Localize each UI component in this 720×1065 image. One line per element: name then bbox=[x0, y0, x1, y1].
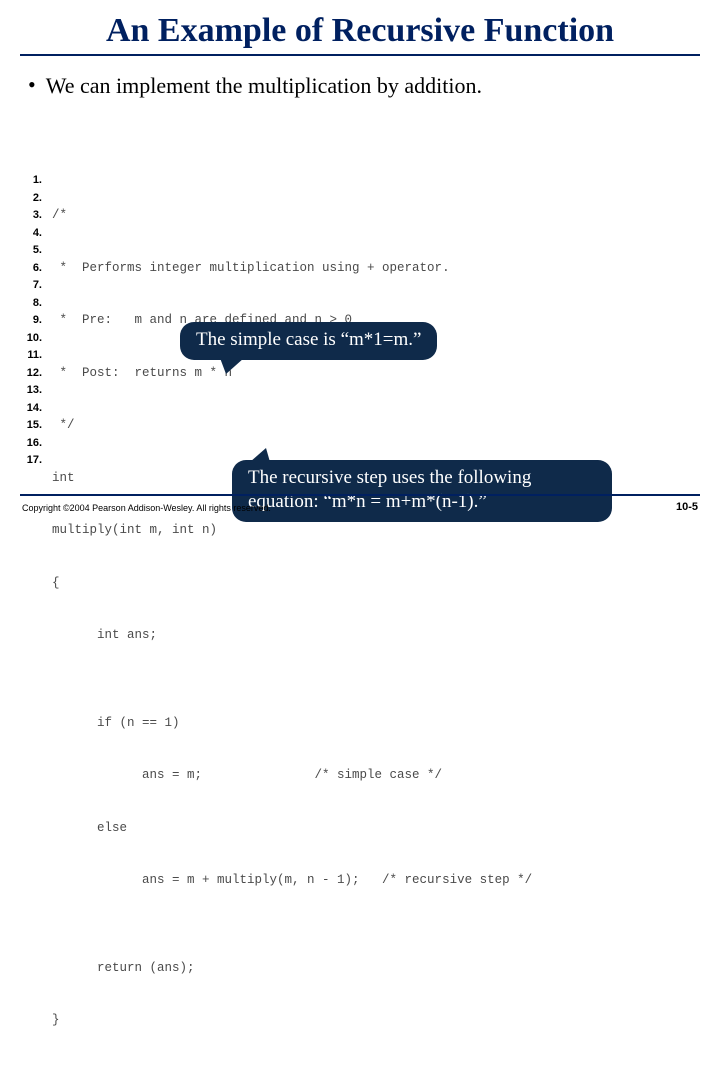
code-line: } bbox=[52, 1012, 532, 1030]
line-number-gutter: 1. 2. 3. 4. 5. 6. 7. 8. 9. 10. 11. 12. 1… bbox=[18, 172, 44, 470]
line-number: 7. bbox=[18, 277, 44, 295]
line-number: 1. bbox=[18, 172, 44, 190]
callout-simple-case: The simple case is “m*1=m.” bbox=[180, 322, 437, 360]
bullet-marker: • bbox=[28, 72, 36, 98]
code-line: ans = m + multiply(m, n - 1); /* recursi… bbox=[52, 872, 532, 890]
code-line: * Post: returns m * n bbox=[52, 365, 532, 383]
code-line: int ans; bbox=[52, 627, 532, 645]
code-line: multiply(int m, int n) bbox=[52, 522, 532, 540]
code-line: else bbox=[52, 820, 532, 838]
slide: An Example of Recursive Function • We ca… bbox=[0, 0, 720, 540]
callout-pointer-icon bbox=[220, 358, 244, 374]
line-number: 8. bbox=[18, 295, 44, 313]
code-body: /* * Performs integer multiplication usi… bbox=[52, 172, 532, 1065]
callout-recursive-step: The recursive step uses the following eq… bbox=[232, 460, 612, 522]
code-line: { bbox=[52, 575, 532, 593]
line-number: 16. bbox=[18, 435, 44, 453]
slide-title: An Example of Recursive Function bbox=[0, 0, 720, 52]
code-line: if (n == 1) bbox=[52, 715, 532, 733]
line-number: 10. bbox=[18, 330, 44, 348]
line-number: 14. bbox=[18, 400, 44, 418]
line-number: 5. bbox=[18, 242, 44, 260]
code-line: ans = m; /* simple case */ bbox=[52, 767, 532, 785]
bullet-item: • We can implement the multiplication by… bbox=[0, 62, 720, 100]
line-number: 13. bbox=[18, 382, 44, 400]
line-number: 3. bbox=[18, 207, 44, 225]
code-line: */ bbox=[52, 417, 532, 435]
title-underline bbox=[20, 54, 700, 56]
line-number: 4. bbox=[18, 225, 44, 243]
bullet-text: We can implement the multiplication by a… bbox=[46, 72, 482, 100]
callout-pointer-icon bbox=[250, 448, 270, 462]
footer-rule bbox=[20, 494, 700, 496]
code-line: * Performs integer multiplication using … bbox=[52, 260, 532, 278]
line-number: 12. bbox=[18, 365, 44, 383]
callout-text-line: The recursive step uses the following bbox=[248, 466, 596, 490]
callout-text: The simple case is “m*1=m.” bbox=[196, 329, 421, 350]
line-number: 6. bbox=[18, 260, 44, 278]
line-number: 9. bbox=[18, 312, 44, 330]
copyright-text: Copyright ©2004 Pearson Addison-Wesley. … bbox=[22, 503, 271, 513]
code-line: /* bbox=[52, 207, 532, 225]
line-number: 15. bbox=[18, 417, 44, 435]
page-number: 10-5 bbox=[676, 501, 698, 513]
line-number: 17. bbox=[18, 452, 44, 470]
line-number: 11. bbox=[18, 347, 44, 365]
code-line: return (ans); bbox=[52, 960, 532, 978]
line-number: 2. bbox=[18, 190, 44, 208]
